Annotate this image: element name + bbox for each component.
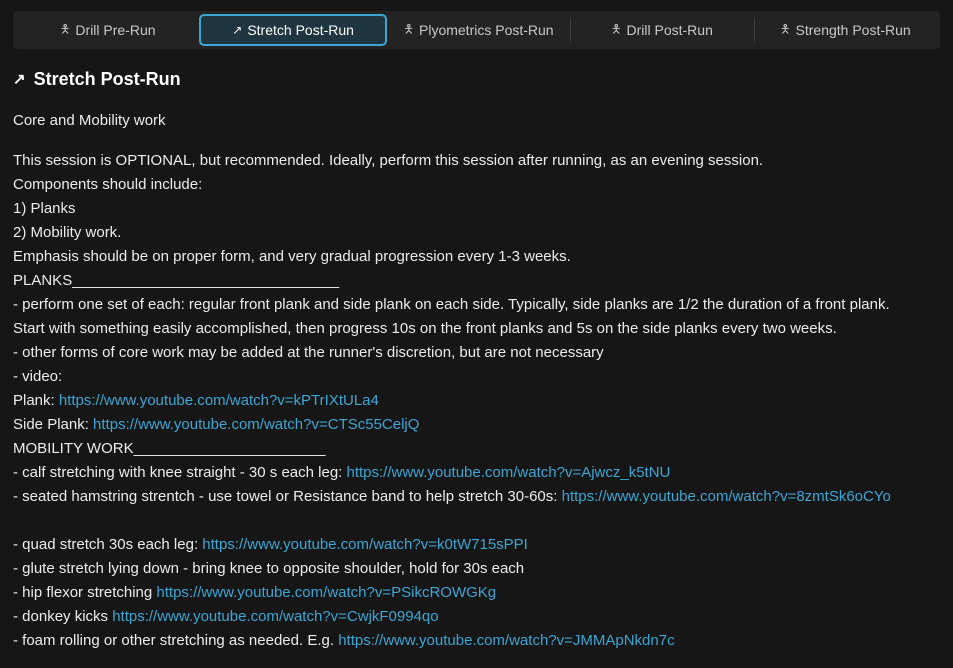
line-text: - seated hamstring strentch - use towel …: [13, 488, 562, 505]
description-line: 1) Planks: [13, 197, 943, 221]
session-description: This session is OPTIONAL, but recommende…: [13, 149, 943, 653]
video-link[interactable]: https://www.youtube.com/watch?v=CTSc55Ce…: [93, 416, 419, 433]
session-subtitle: Core and Mobility work: [13, 112, 166, 129]
weightlifter-icon: 🯅: [779, 21, 791, 36]
line-text: - quad stretch 30s each leg:: [13, 536, 203, 553]
line-text: Emphasis should be on proper form, and v…: [13, 248, 571, 265]
line-text: - calf stretching with knee straight - 3…: [13, 464, 347, 481]
video-link[interactable]: https://www.youtube.com/watch?v=k0tW715s…: [202, 536, 528, 553]
description-line: - glute stretch lying down - bring knee …: [13, 557, 943, 581]
tab-label: Plyometrics Post-Run: [419, 22, 554, 38]
tab-plyometrics-post-run[interactable]: 🯅 Plyometrics Post-Run: [387, 14, 570, 46]
description-line: PLANKS________________________________: [13, 269, 943, 293]
description-line: This session is OPTIONAL, but recommende…: [13, 149, 943, 173]
line-text: 1) Planks: [13, 200, 76, 217]
description-line: - quad stretch 30s each leg: https://www…: [13, 533, 943, 557]
description-line: - calf stretching with knee straight - 3…: [13, 461, 943, 485]
tab-label: Drill Pre-Run: [75, 22, 156, 38]
runner-icon: 🯅: [59, 21, 71, 36]
video-link[interactable]: https://www.youtube.com/watch?v=PSikcROW…: [156, 584, 496, 601]
line-text: - donkey kicks: [13, 608, 113, 625]
line-text: - other forms of core work may be added …: [13, 344, 604, 361]
tab-bar: 🯅 Drill Pre-Run ↗ Stretch Post-Run 🯅 Plyometr…: [13, 11, 940, 49]
tab-strength-post-run[interactable]: 🯅 Strength Post-Run: [753, 14, 937, 46]
tab-drill-pre-run[interactable]: 🯅 Drill Pre-Run: [16, 14, 199, 46]
main-content: ↗ Stretch Post-Run Core and Mobility wor…: [13, 64, 943, 653]
description-line: Side Plank: https://www.youtube.com/watc…: [13, 413, 943, 437]
stretch-icon: ↗: [13, 71, 26, 88]
tab-drill-post-run[interactable]: 🯅 Drill Post-Run: [570, 14, 753, 46]
line-text: - foam rolling or other stretching as ne…: [13, 632, 339, 649]
description-line: Emphasis should be on proper form, and v…: [13, 245, 943, 269]
jump-icon: 🯅: [403, 21, 414, 36]
line-text: - perform one set of each: regular front…: [13, 296, 890, 313]
tab-stretch-post-run[interactable]: ↗ Stretch Post-Run: [199, 14, 387, 46]
line-text: Plank:: [13, 392, 59, 409]
description-line: Components should include:: [13, 173, 943, 197]
line-text: Start with something easily accomplished…: [13, 320, 837, 337]
video-link[interactable]: https://www.youtube.com/watch?v=kPTrIXtU…: [59, 392, 379, 409]
line-text: - glute stretch lying down - bring knee …: [13, 560, 525, 577]
description-line: - video:: [13, 365, 943, 389]
line-text: Components should include:: [13, 176, 203, 193]
description-line: - seated hamstring strentch - use towel …: [13, 485, 943, 533]
video-link[interactable]: https://www.youtube.com/watch?v=CwjkF099…: [112, 608, 438, 625]
description-line: - foam rolling or other stretching as ne…: [13, 629, 943, 653]
video-link[interactable]: https://www.youtube.com/watch?v=Ajwcz_k5…: [347, 464, 671, 481]
runner-icon: 🯅: [610, 21, 622, 36]
line-text: Side Plank:: [13, 416, 94, 433]
description-line: - other forms of core work may be added …: [13, 341, 943, 365]
description-line: - perform one set of each: regular front…: [13, 293, 943, 317]
line-text: 2) Mobility work.: [13, 224, 122, 241]
video-link[interactable]: https://www.youtube.com/watch?v=JMMApNkd…: [338, 632, 674, 649]
line-text: - hip flexor stretching: [13, 584, 157, 601]
page-title: ↗ Stretch Post-Run: [13, 64, 943, 94]
tab-label: Drill Post-Run: [626, 22, 713, 38]
page-title-text: Stretch Post-Run: [33, 68, 181, 89]
tab-label: Stretch Post-Run: [247, 22, 354, 38]
description-line: Start with something easily accomplished…: [13, 317, 943, 341]
line-text: PLANKS________________________________: [13, 272, 340, 289]
description-line: 2) Mobility work.: [13, 221, 943, 245]
description-line: MOBILITY WORK_______________________: [13, 437, 943, 461]
line-text: - video:: [13, 368, 63, 385]
description-line: Plank: https://www.youtube.com/watch?v=k…: [13, 389, 943, 413]
video-link[interactable]: https://www.youtube.com/watch?v=8zmtSk6o…: [562, 488, 891, 505]
description-line: - hip flexor stretching https://www.yout…: [13, 581, 943, 605]
tab-label: Strength Post-Run: [795, 22, 911, 38]
line-text: MOBILITY WORK_______________________: [13, 440, 326, 457]
stretch-icon: ↗: [232, 23, 243, 37]
line-text: This session is OPTIONAL, but recommende…: [13, 152, 764, 169]
description-line: - donkey kicks https://www.youtube.com/w…: [13, 605, 943, 629]
